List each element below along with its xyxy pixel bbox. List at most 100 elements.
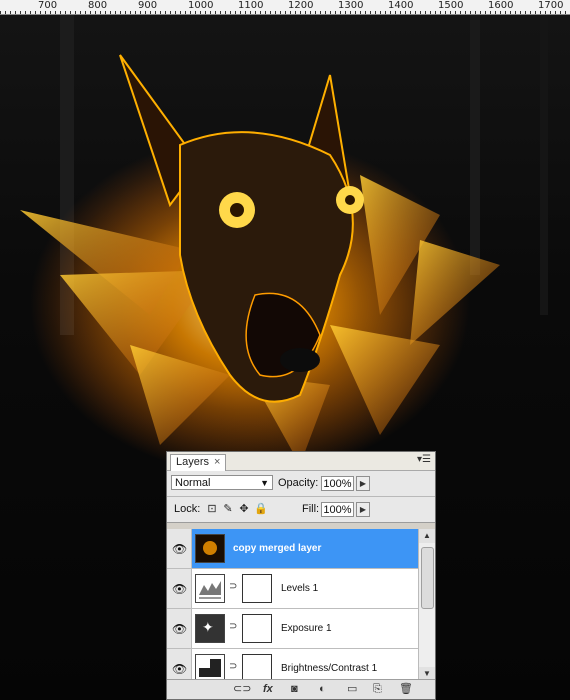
layers-tab[interactable]: Layers ×	[170, 454, 227, 471]
ruler-tick	[95, 11, 96, 14]
lock-all-icon[interactable]: 🔒	[254, 503, 268, 515]
blend-mode-select[interactable]: Normal ▼	[171, 475, 273, 490]
visibility-toggle[interactable]: 👁	[167, 609, 192, 648]
ruler-tick	[465, 11, 466, 14]
ruler-label: 1400	[388, 0, 414, 11]
ruler-tick	[295, 11, 296, 14]
ruler-tick	[20, 11, 21, 14]
ruler-tick	[75, 11, 76, 14]
layers-panel: Layers × ▾☰ Normal ▼ Opacity: 100% ▶ Lock…	[166, 451, 436, 700]
blend-opacity-row: Normal ▼ Opacity: 100% ▶	[167, 471, 435, 497]
ruler-tick	[105, 11, 106, 14]
ruler-tick	[360, 11, 361, 14]
new-layer-icon[interactable]: ⎘	[373, 682, 382, 696]
ruler-tick	[290, 11, 291, 14]
ruler-tick	[320, 11, 321, 14]
lock-brush-icon[interactable]: ✎	[222, 503, 234, 515]
ruler-tick	[440, 11, 441, 14]
lock-move-icon[interactable]: ✥	[238, 503, 250, 515]
brightness-contrast-adjustment-icon	[195, 654, 225, 681]
ruler-tick	[245, 11, 246, 14]
ruler-label: 700	[38, 0, 58, 11]
panel-footer: ⊂⊃ fx ◙ ◐ ▭ ⎘ 🗑	[167, 679, 435, 699]
ruler-tick	[55, 11, 56, 14]
ruler-tick	[345, 11, 346, 14]
layer-mask-thumbnail[interactable]	[242, 654, 272, 681]
ruler-label: 1600	[488, 0, 514, 11]
ruler-tick	[70, 11, 71, 14]
ruler-tick	[560, 11, 561, 14]
ruler-tick	[565, 11, 566, 14]
visibility-toggle[interactable]: 👁	[167, 529, 192, 568]
ruler-tick	[460, 11, 461, 14]
ruler-tick	[310, 11, 311, 14]
ruler-tick	[175, 11, 176, 14]
ruler-tick	[480, 11, 481, 14]
ruler-tick	[435, 11, 436, 14]
layers-scrollbar[interactable]: ▲ ▼	[418, 529, 435, 681]
ruler-label: 1300	[338, 0, 364, 11]
ruler-tick	[445, 11, 446, 14]
svg-text:✦: ✦	[202, 619, 214, 635]
ruler-tick	[185, 11, 186, 14]
ruler-label: 1200	[288, 0, 314, 11]
ruler-tick	[155, 11, 156, 14]
horizontal-ruler: 700 800 900 1000 1100 1200 1300 1400 150…	[0, 0, 570, 15]
ruler-tick	[370, 11, 371, 14]
ruler-tick	[10, 11, 11, 14]
ruler-tick	[355, 11, 356, 14]
ruler-tick	[135, 11, 136, 14]
ruler-tick	[270, 11, 271, 14]
ruler-tick	[240, 11, 241, 14]
opacity-field[interactable]: 100%	[321, 476, 354, 491]
scrollbar-thumb[interactable]	[421, 547, 434, 609]
scroll-up-icon[interactable]: ▲	[419, 529, 435, 543]
new-adjustment-layer-icon[interactable]: ◐	[319, 682, 326, 696]
layer-style-icon[interactable]: fx	[263, 682, 273, 696]
visibility-toggle[interactable]: 👁	[167, 569, 192, 608]
ruler-tick	[490, 11, 491, 14]
layer-mask-thumbnail[interactable]	[242, 614, 272, 643]
eye-icon: 👁	[172, 542, 188, 556]
thumbnail-image	[203, 541, 217, 555]
ruler-label: 1100	[238, 0, 264, 11]
layer-name: Exposure 1	[281, 623, 332, 634]
ruler-tick	[430, 11, 431, 14]
fill-field[interactable]: 100%	[321, 502, 354, 517]
layer-row-copy-merged[interactable]: 👁 copy merged layer	[167, 529, 419, 569]
lock-transparent-icon[interactable]: ⊡	[206, 503, 218, 515]
link-layers-icon[interactable]: ⊂⊃	[233, 682, 251, 696]
eye-icon: 👁	[172, 582, 188, 596]
link-icon: ⊃	[229, 621, 238, 632]
panel-menu-icon[interactable]: ▾☰	[417, 454, 431, 465]
layer-row-levels[interactable]: 👁 ⊃ Levels 1	[167, 569, 419, 609]
ruler-tick	[215, 11, 216, 14]
ruler-label: 1700	[538, 0, 564, 11]
ruler-tick	[220, 11, 221, 14]
trash-icon[interactable]: 🗑	[399, 682, 413, 696]
layer-mask-thumbnail[interactable]	[242, 574, 272, 603]
link-icon: ⊃	[229, 661, 238, 672]
ruler-tick	[140, 11, 141, 14]
fill-slider-button[interactable]: ▶	[356, 502, 370, 517]
close-icon[interactable]: ×	[214, 456, 220, 468]
ruler-tick	[455, 11, 456, 14]
ruler-tick	[340, 11, 341, 14]
layer-row-exposure[interactable]: 👁 ✦ ⊃ Exposure 1	[167, 609, 419, 649]
layer-row-brightness-contrast[interactable]: 👁 ⊃ Brightness/Contrast 1	[167, 649, 419, 681]
ruler-tick	[330, 11, 331, 14]
ruler-tick	[15, 11, 16, 14]
opacity-slider-button[interactable]: ▶	[356, 476, 370, 491]
new-group-icon[interactable]: ▭	[347, 682, 357, 696]
visibility-toggle[interactable]: 👁	[167, 649, 192, 681]
ruler-tick	[425, 11, 426, 14]
ruler-tick	[225, 11, 226, 14]
ruler-tick	[535, 11, 536, 14]
ruler-tick	[165, 11, 166, 14]
ruler-tick	[505, 11, 506, 14]
add-mask-icon[interactable]: ◙	[291, 682, 298, 696]
ruler-tick	[125, 11, 126, 14]
ruler-tick	[115, 11, 116, 14]
ruler-tick	[150, 11, 151, 14]
ruler-tick	[495, 11, 496, 14]
